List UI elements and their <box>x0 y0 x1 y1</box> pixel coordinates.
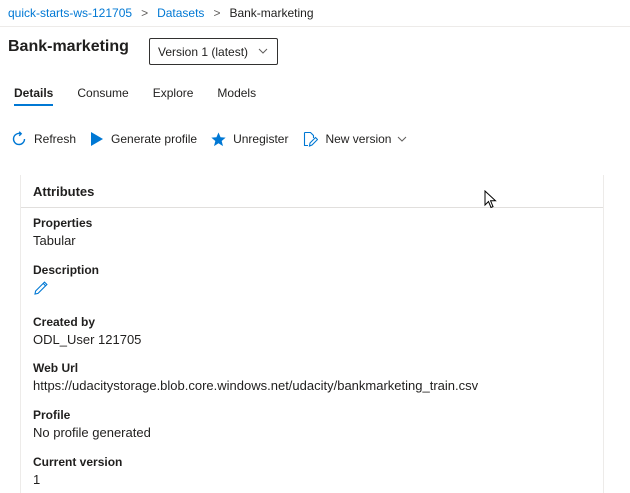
unregister-button[interactable]: Unregister <box>211 131 289 147</box>
breadcrumb-current: Bank-marketing <box>229 6 314 20</box>
tab-consume[interactable]: Consume <box>77 86 128 106</box>
new-version-label: New version <box>325 132 392 146</box>
profile-label: Profile <box>33 408 71 422</box>
description-field: Description <box>33 263 99 296</box>
web-url-value: https://udacitystorage.blob.core.windows… <box>33 378 479 393</box>
created-by-label: Created by <box>33 315 96 329</box>
web-url-field: Web Url https://udacitystorage.blob.core… <box>33 361 478 394</box>
description-label: Description <box>33 263 100 277</box>
profile-field: Profile No profile generated <box>33 408 151 441</box>
chevron-down-icon <box>398 136 407 142</box>
generate-profile-label: Generate profile <box>111 132 198 146</box>
web-url-label: Web Url <box>33 361 79 375</box>
version-dropdown[interactable]: Version 1 (latest) <box>149 38 278 65</box>
tab-explore[interactable]: Explore <box>153 86 194 106</box>
chevron-down-icon <box>258 48 268 54</box>
properties-label: Properties <box>33 216 93 230</box>
tab-models[interactable]: Models <box>217 86 256 106</box>
properties-field: Properties Tabular <box>33 216 92 249</box>
breadcrumb-datasets-link[interactable]: Datasets <box>157 6 204 20</box>
new-version-icon <box>304 131 319 147</box>
created-by-field: Created by ODL_User 121705 <box>33 315 141 348</box>
version-dropdown-value: Version 1 (latest) <box>158 44 249 59</box>
properties-value: Tabular <box>33 233 76 248</box>
attributes-title: Attributes <box>21 175 603 208</box>
breadcrumb-separator: > <box>141 6 149 20</box>
divider <box>0 26 630 27</box>
refresh-icon <box>12 131 26 146</box>
play-icon <box>91 132 104 146</box>
breadcrumb-workspace-link[interactable]: quick-starts-ws-121705 <box>8 6 132 20</box>
unregister-label: Unregister <box>233 132 289 146</box>
breadcrumb: quick-starts-ws-121705 > Datasets > Bank… <box>8 4 314 22</box>
page-title: Bank-marketing <box>8 38 129 55</box>
profile-value: No profile generated <box>33 425 151 440</box>
current-version-value: 1 <box>33 472 41 487</box>
edit-pencil-icon[interactable] <box>33 280 49 296</box>
new-version-button[interactable]: New version <box>302 131 407 147</box>
created-by-value: ODL_User 121705 <box>33 332 142 347</box>
mouse-cursor-icon <box>484 190 497 209</box>
current-version-label: Current version <box>33 455 123 469</box>
tab-details[interactable]: Details <box>14 86 54 106</box>
command-bar: Refresh Generate profile Unregister New … <box>11 130 421 148</box>
refresh-label: Refresh <box>34 132 77 146</box>
star-icon <box>211 131 226 146</box>
breadcrumb-separator: > <box>213 6 221 20</box>
current-version-field: Current version 1 <box>33 455 122 488</box>
tab-bar: Details Consume Explore Models <box>14 86 280 106</box>
refresh-button[interactable]: Refresh <box>11 131 76 147</box>
generate-profile-button[interactable]: Generate profile <box>90 132 197 146</box>
attributes-card: Attributes Properties Tabular Descriptio… <box>20 175 604 493</box>
